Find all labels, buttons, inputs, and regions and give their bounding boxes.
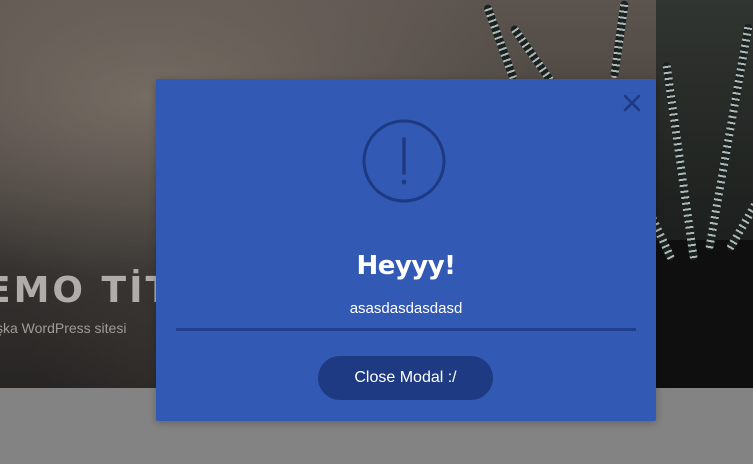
modal-message: asasdasdasdasd <box>349 300 463 317</box>
alert-modal: Heyyy! asasdasdasdasd Close Modal :/ <box>156 79 656 421</box>
exclamation-circle-icon <box>362 119 446 203</box>
modal-title: Heyyy! <box>356 251 456 281</box>
modal-divider <box>176 328 636 331</box>
page: EMO TİT şka WordPress sitesi Heyyy! asas… <box>0 0 753 464</box>
close-modal-button[interactable]: Close Modal :/ <box>318 356 493 400</box>
close-icon[interactable] <box>620 91 644 115</box>
